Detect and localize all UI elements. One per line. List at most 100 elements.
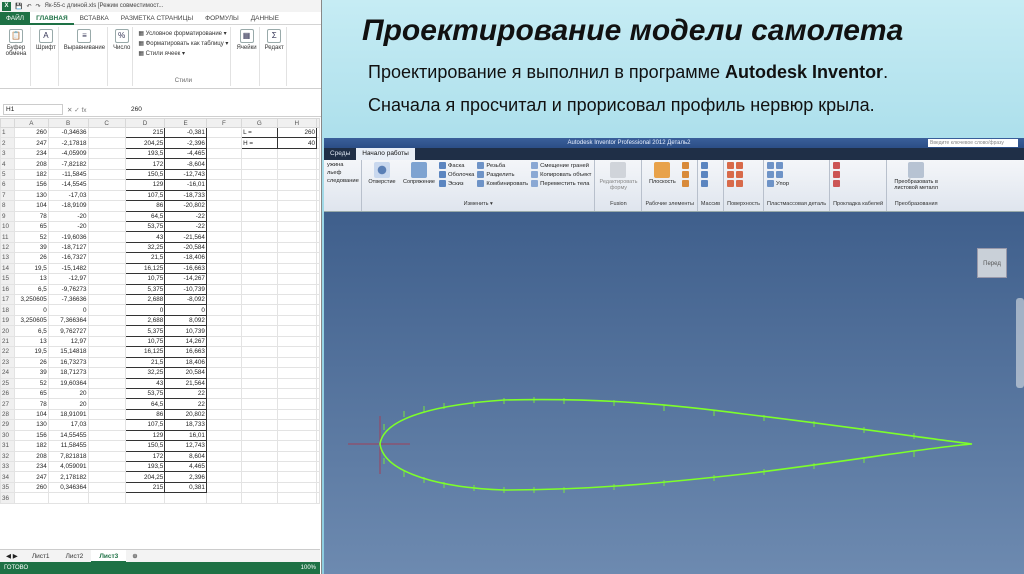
cell[interactable]: [205, 241, 243, 254]
cell[interactable]: -4,465: [164, 147, 207, 160]
cell[interactable]: [87, 335, 126, 348]
select-all-corner[interactable]: [0, 118, 15, 128]
row-header[interactable]: 22: [0, 346, 15, 358]
cell[interactable]: [87, 314, 126, 327]
cell[interactable]: [205, 189, 243, 202]
cell[interactable]: 0: [47, 304, 89, 316]
cell[interactable]: [205, 356, 243, 369]
cell[interactable]: [87, 377, 126, 389]
cell[interactable]: -20: [47, 210, 89, 222]
cell[interactable]: [316, 210, 320, 222]
cell[interactable]: 15,14818: [47, 346, 89, 358]
row-header[interactable]: 4: [0, 158, 15, 170]
cell[interactable]: -9,76273: [47, 283, 89, 296]
sheet-tab-1[interactable]: Лист1: [24, 550, 58, 563]
cell[interactable]: 43: [124, 377, 166, 389]
cell[interactable]: 130: [13, 189, 49, 202]
format-table-button[interactable]: ▦ Форматировать как таблицу ▾: [138, 40, 228, 47]
cell[interactable]: 2,688: [124, 293, 166, 306]
cell[interactable]: [241, 273, 278, 285]
cell[interactable]: [205, 126, 243, 139]
cell[interactable]: [241, 492, 278, 504]
cell[interactable]: 4,059091: [47, 460, 89, 473]
align-group[interactable]: ≡ Выравнивание: [62, 27, 109, 86]
cell[interactable]: [241, 147, 278, 160]
tab-environments[interactable]: Среды: [324, 148, 356, 160]
cell[interactable]: [87, 293, 126, 306]
cell[interactable]: [205, 335, 243, 348]
cell[interactable]: 215: [124, 126, 166, 139]
row-header[interactable]: 12: [0, 241, 15, 254]
row-header[interactable]: 17: [0, 293, 15, 306]
cell[interactable]: [241, 283, 278, 296]
redo-icon[interactable]: ↷: [36, 3, 41, 10]
cell[interactable]: [87, 325, 126, 337]
cell[interactable]: -16,7327: [47, 252, 89, 264]
cell[interactable]: -14,5545: [47, 179, 89, 191]
stitch-icon[interactable]: [727, 171, 745, 179]
cell[interactable]: 7,366364: [47, 314, 89, 327]
cell[interactable]: [205, 429, 243, 442]
row-header[interactable]: 34: [0, 471, 15, 483]
row-header[interactable]: 19: [0, 314, 15, 327]
cell[interactable]: [205, 314, 243, 327]
cell[interactable]: [87, 262, 126, 275]
cell[interactable]: 247: [13, 137, 49, 149]
cell[interactable]: [316, 377, 320, 389]
cell[interactable]: 172: [124, 158, 166, 170]
cell[interactable]: 26: [13, 252, 49, 264]
font-group[interactable]: A Шрифт: [34, 27, 59, 86]
cell[interactable]: 22: [164, 387, 207, 400]
cell[interactable]: [87, 189, 126, 202]
cell[interactable]: 18,71273: [47, 367, 89, 379]
cell[interactable]: [276, 419, 318, 431]
row-header[interactable]: 27: [0, 398, 15, 410]
boss-icon[interactable]: [767, 171, 789, 179]
cable-icon-1[interactable]: [833, 162, 842, 169]
cell[interactable]: 3,250605: [13, 314, 49, 327]
column-header[interactable]: C: [87, 118, 126, 128]
cell[interactable]: [316, 367, 320, 379]
number-group[interactable]: % Число: [111, 27, 134, 86]
cell[interactable]: [316, 273, 320, 285]
cell[interactable]: [316, 168, 320, 181]
cell[interactable]: 21,5: [124, 252, 166, 264]
row-header[interactable]: 14: [0, 262, 15, 275]
row-header[interactable]: 3: [0, 147, 15, 160]
cell[interactable]: 53,75: [124, 387, 166, 400]
edit-form-button[interactable]: Редактировать форму: [598, 162, 638, 191]
cell[interactable]: [276, 273, 318, 285]
row-header[interactable]: 15: [0, 273, 15, 285]
cell[interactable]: 22: [164, 398, 207, 410]
column-header[interactable]: F: [205, 118, 243, 128]
cell[interactable]: [205, 460, 243, 473]
sheet-tab-3[interactable]: Лист3: [91, 549, 127, 563]
cell[interactable]: [276, 481, 318, 494]
cell[interactable]: 21,564: [164, 377, 207, 389]
tab-file[interactable]: ФАЙЛ: [0, 11, 31, 25]
cell[interactable]: [316, 126, 320, 139]
tab-page-layout[interactable]: РАЗМЕТКА СТРАНИЦЫ: [115, 12, 199, 25]
cell[interactable]: 18,406: [164, 356, 207, 369]
cell[interactable]: 2,688: [124, 314, 166, 327]
cell[interactable]: [87, 440, 126, 452]
cell[interactable]: [241, 158, 278, 170]
ucs-icon[interactable]: [682, 180, 691, 188]
cell[interactable]: 5,375: [124, 325, 166, 337]
point-icon[interactable]: [682, 171, 691, 179]
cell[interactable]: [276, 179, 318, 191]
cell[interactable]: 20,584: [164, 367, 207, 379]
cell[interactable]: 107,5: [124, 189, 166, 202]
row-header[interactable]: 2: [0, 137, 15, 149]
cell[interactable]: [47, 492, 89, 504]
cell[interactable]: [316, 200, 320, 212]
cell[interactable]: [87, 252, 126, 264]
cell[interactable]: 14,267: [164, 335, 207, 348]
cell[interactable]: [316, 440, 320, 452]
cell[interactable]: [276, 356, 318, 369]
cell[interactable]: -7,36636: [47, 293, 89, 306]
cell[interactable]: 19,60364: [47, 377, 89, 389]
cell[interactable]: [87, 481, 126, 494]
cell[interactable]: [87, 179, 126, 191]
cell[interactable]: 182: [13, 168, 49, 181]
